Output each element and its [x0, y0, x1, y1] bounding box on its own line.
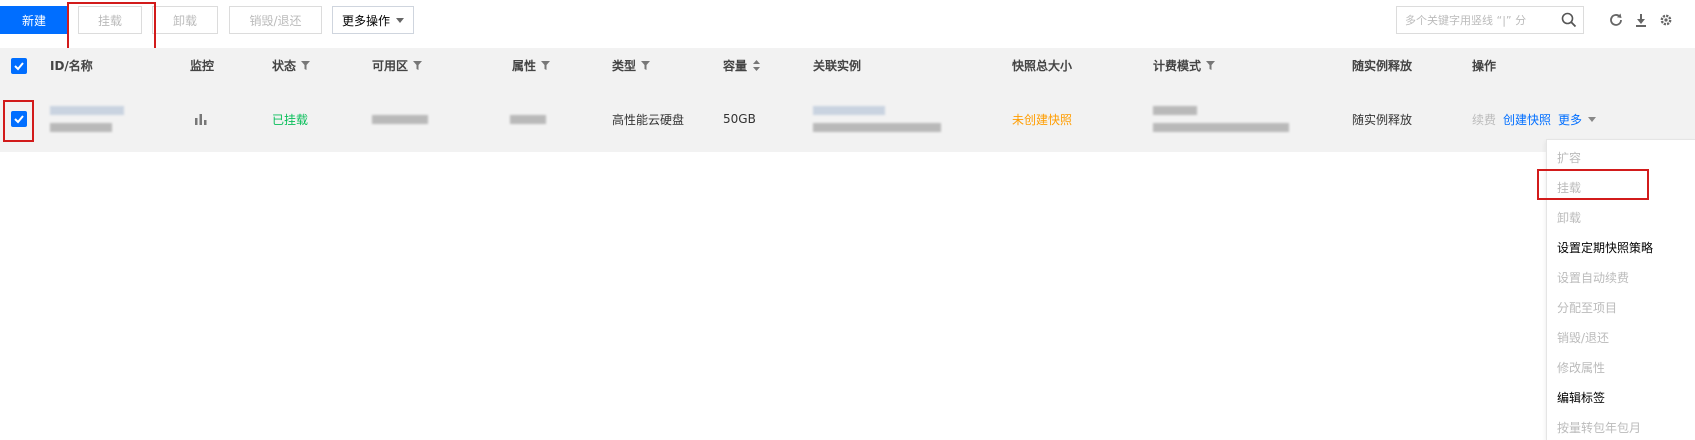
disk-id-name[interactable]: [50, 86, 124, 152]
menu-item-mount[interactable]: 挂载: [1557, 176, 1581, 198]
column-header-id-name: ID/名称: [50, 58, 93, 73]
filter-icon[interactable]: [413, 60, 423, 70]
menu-item-snapshot-policy[interactable]: 设置定期快照策略: [1557, 236, 1653, 258]
menu-item-convert-to-monthly[interactable]: 按量转包年包月: [1557, 416, 1641, 438]
menu-item-edit-tags[interactable]: 编辑标签: [1557, 386, 1605, 408]
menu-item-expand[interactable]: 扩容: [1557, 146, 1581, 168]
row-checkbox[interactable]: [11, 86, 27, 152]
linked-instance-id-blurred[interactable]: [813, 106, 885, 115]
column-header-zone-label: 可用区: [372, 58, 409, 73]
column-header-billing-mode-label: 计费模式: [1153, 58, 1202, 73]
column-header-release-with-instance: 随实例释放: [1352, 58, 1413, 73]
chevron-down-icon: [396, 17, 404, 23]
toolbar: 新建 挂载 卸载 销毁/退还 更多操作: [0, 0, 1695, 50]
status-badge: 已挂载: [272, 112, 309, 127]
billing-mode-blurred: [1153, 86, 1289, 152]
create-snapshot-link[interactable]: 创建快照: [1503, 111, 1551, 128]
column-header-attribute[interactable]: 属性: [512, 48, 551, 82]
more-actions-button[interactable]: 更多操作: [332, 6, 414, 34]
disk-type: 高性能云硬盘: [612, 112, 685, 127]
column-header-capacity-label: 容量: [723, 58, 748, 73]
monitor-chart-icon[interactable]: [194, 86, 208, 152]
column-header-type-label: 类型: [612, 58, 637, 73]
table-row: 已挂载 高性能云硬盘 50GB 未创建快照 随实例释放 续费 创建快照 更多: [0, 86, 1695, 152]
filter-icon[interactable]: [1206, 60, 1216, 70]
menu-item-unmount[interactable]: 卸载: [1557, 206, 1581, 228]
column-header-snapshot-size: 快照总大小: [1012, 58, 1073, 73]
snapshot-status: 未创建快照: [1012, 112, 1073, 127]
disk-id-blurred[interactable]: [50, 106, 124, 115]
more-actions-link[interactable]: 更多: [1558, 111, 1582, 128]
destroy-return-button[interactable]: 销毁/退还: [229, 6, 322, 34]
table-header: ID/名称 监控 状态 可用区 属性 类型 容量 关联实例 快照总大小 计费模式…: [0, 48, 1695, 86]
column-header-status-label: 状态: [272, 58, 297, 73]
new-button[interactable]: 新建: [0, 6, 68, 34]
menu-item-destroy-return[interactable]: 销毁/退还: [1557, 326, 1609, 348]
filter-icon[interactable]: [641, 60, 651, 70]
column-header-monitor: 监控: [190, 58, 215, 73]
disk-name-blurred: [50, 123, 112, 132]
select-all-checkbox[interactable]: [11, 57, 27, 75]
disk-capacity: 50GB: [723, 112, 756, 126]
search-input[interactable]: [1403, 12, 1561, 28]
column-header-type[interactable]: 类型: [612, 48, 651, 82]
filter-icon[interactable]: [301, 60, 311, 70]
release-with-instance: 随实例释放: [1352, 112, 1413, 127]
column-header-status[interactable]: 状态: [272, 48, 311, 82]
chevron-down-icon[interactable]: [1588, 116, 1597, 122]
sort-icon[interactable]: [752, 59, 761, 71]
unmount-button[interactable]: 卸载: [152, 6, 218, 34]
search-icon[interactable]: [1561, 12, 1577, 28]
linked-instance-name-blurred: [813, 123, 941, 132]
download-icon[interactable]: [1632, 11, 1650, 29]
more-actions-label: 更多操作: [341, 13, 390, 28]
column-header-linked-instance: 关联实例: [813, 58, 862, 73]
more-actions-dropdown: 扩容 挂载 卸载 设置定期快照策略 设置自动续费 分配至项目 销毁/退还 修改属…: [1546, 139, 1695, 440]
column-header-attribute-label: 属性: [512, 58, 537, 73]
column-header-capacity[interactable]: 容量: [723, 48, 761, 82]
settings-icon[interactable]: [1657, 11, 1675, 29]
column-header-billing-mode[interactable]: 计费模式: [1153, 48, 1216, 82]
column-header-operations: 操作: [1472, 58, 1497, 73]
column-header-zone[interactable]: 可用区: [372, 48, 423, 82]
mount-button[interactable]: 挂载: [78, 6, 142, 34]
filter-icon[interactable]: [541, 60, 551, 70]
linked-instance[interactable]: [813, 86, 941, 152]
refresh-icon[interactable]: [1607, 11, 1625, 29]
zone-blurred: [372, 86, 428, 152]
renew-link[interactable]: 续费: [1472, 111, 1496, 128]
menu-item-modify-attribute[interactable]: 修改属性: [1557, 356, 1605, 378]
search-box[interactable]: [1396, 6, 1584, 34]
attribute-blurred: [510, 86, 546, 152]
menu-item-assign-project[interactable]: 分配至项目: [1557, 296, 1617, 318]
menu-item-auto-renew[interactable]: 设置自动续费: [1557, 266, 1629, 288]
